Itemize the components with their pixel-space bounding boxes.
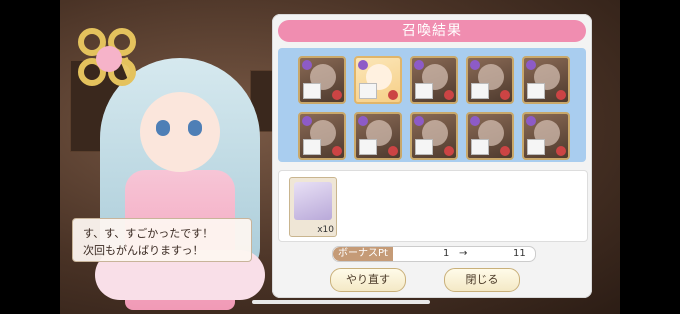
rank-icon: [388, 146, 398, 156]
item-icon: [294, 182, 332, 220]
gift-box-icon: [527, 83, 545, 99]
item-count: x10: [317, 225, 334, 235]
gift-box-icon: [415, 139, 433, 155]
dialog-line: 次回もがんばりますっ！: [83, 244, 204, 257]
home-indicator: [252, 300, 430, 304]
result-card-unit-7[interactable]: [354, 112, 402, 160]
rank-icon: [500, 90, 510, 100]
bonus-pt-bar: ボーナスPt 1 → 11: [332, 246, 536, 262]
bonus-item[interactable]: x10: [289, 177, 337, 237]
gift-box-icon: [359, 83, 377, 99]
summon-result-panel: 召喚結果 x10 ボーナスPt 1 → 11 やり直す 閉じる: [272, 14, 592, 298]
close-button[interactable]: 閉じる: [444, 268, 520, 292]
retry-button[interactable]: やり直す: [330, 268, 406, 292]
bonus-from: 1: [443, 248, 450, 259]
gift-box-icon: [527, 139, 545, 155]
game-screen: す、す、すごかったです！ 次回もがんばりますっ！ 召喚結果 x10 ボーナスPt…: [0, 0, 680, 314]
result-grid: [278, 48, 586, 162]
attribute-icon: [470, 60, 480, 70]
gift-box-icon: [415, 83, 433, 99]
attribute-icon: [358, 116, 368, 126]
letterbox-left: [0, 0, 60, 314]
dialog-line: す、す、すごかったです！: [83, 227, 214, 240]
result-card-unit-6[interactable]: [298, 112, 346, 160]
rank-icon: [556, 90, 566, 100]
rank-icon: [444, 90, 454, 100]
bonus-to: 11: [513, 248, 526, 259]
attribute-icon: [414, 116, 424, 126]
gift-box-icon: [303, 139, 321, 155]
result-card-unit-8[interactable]: [410, 112, 458, 160]
character-face: [140, 92, 220, 172]
gift-box-icon: [359, 139, 377, 155]
result-card-unit-5[interactable]: [522, 56, 570, 104]
panel-title: 召喚結果: [278, 20, 586, 42]
result-card-unit-3[interactable]: [410, 56, 458, 104]
result-card-unit-9[interactable]: [466, 112, 514, 160]
clover-staff-head-icon: [78, 28, 142, 92]
attribute-icon: [470, 116, 480, 126]
bonus-pt-label: ボーナスPt: [333, 247, 393, 261]
attribute-icon: [526, 116, 536, 126]
result-card-unit-1[interactable]: [298, 56, 346, 104]
result-card-unit-4[interactable]: [466, 56, 514, 104]
attribute-icon: [302, 116, 312, 126]
result-card-unit-2[interactable]: [354, 56, 402, 104]
rank-icon: [332, 90, 342, 100]
rank-icon: [500, 146, 510, 156]
attribute-icon: [302, 60, 312, 70]
character-dialog: す、す、すごかったです！ 次回もがんばりますっ！: [72, 218, 252, 262]
gift-box-icon: [471, 139, 489, 155]
arrow-icon: →: [459, 248, 468, 259]
gift-box-icon: [303, 83, 321, 99]
attribute-icon: [414, 60, 424, 70]
rank-icon: [556, 146, 566, 156]
attribute-icon: [526, 60, 536, 70]
rank-icon: [332, 146, 342, 156]
letterbox-right: [620, 0, 680, 314]
eye-right: [188, 120, 202, 136]
rank-icon: [388, 90, 398, 100]
attribute-icon: [358, 60, 368, 70]
gift-box-icon: [471, 83, 489, 99]
item-area: x10: [278, 170, 588, 242]
eye-left: [156, 120, 170, 136]
result-card-unit-10[interactable]: [522, 112, 570, 160]
rank-icon: [444, 146, 454, 156]
